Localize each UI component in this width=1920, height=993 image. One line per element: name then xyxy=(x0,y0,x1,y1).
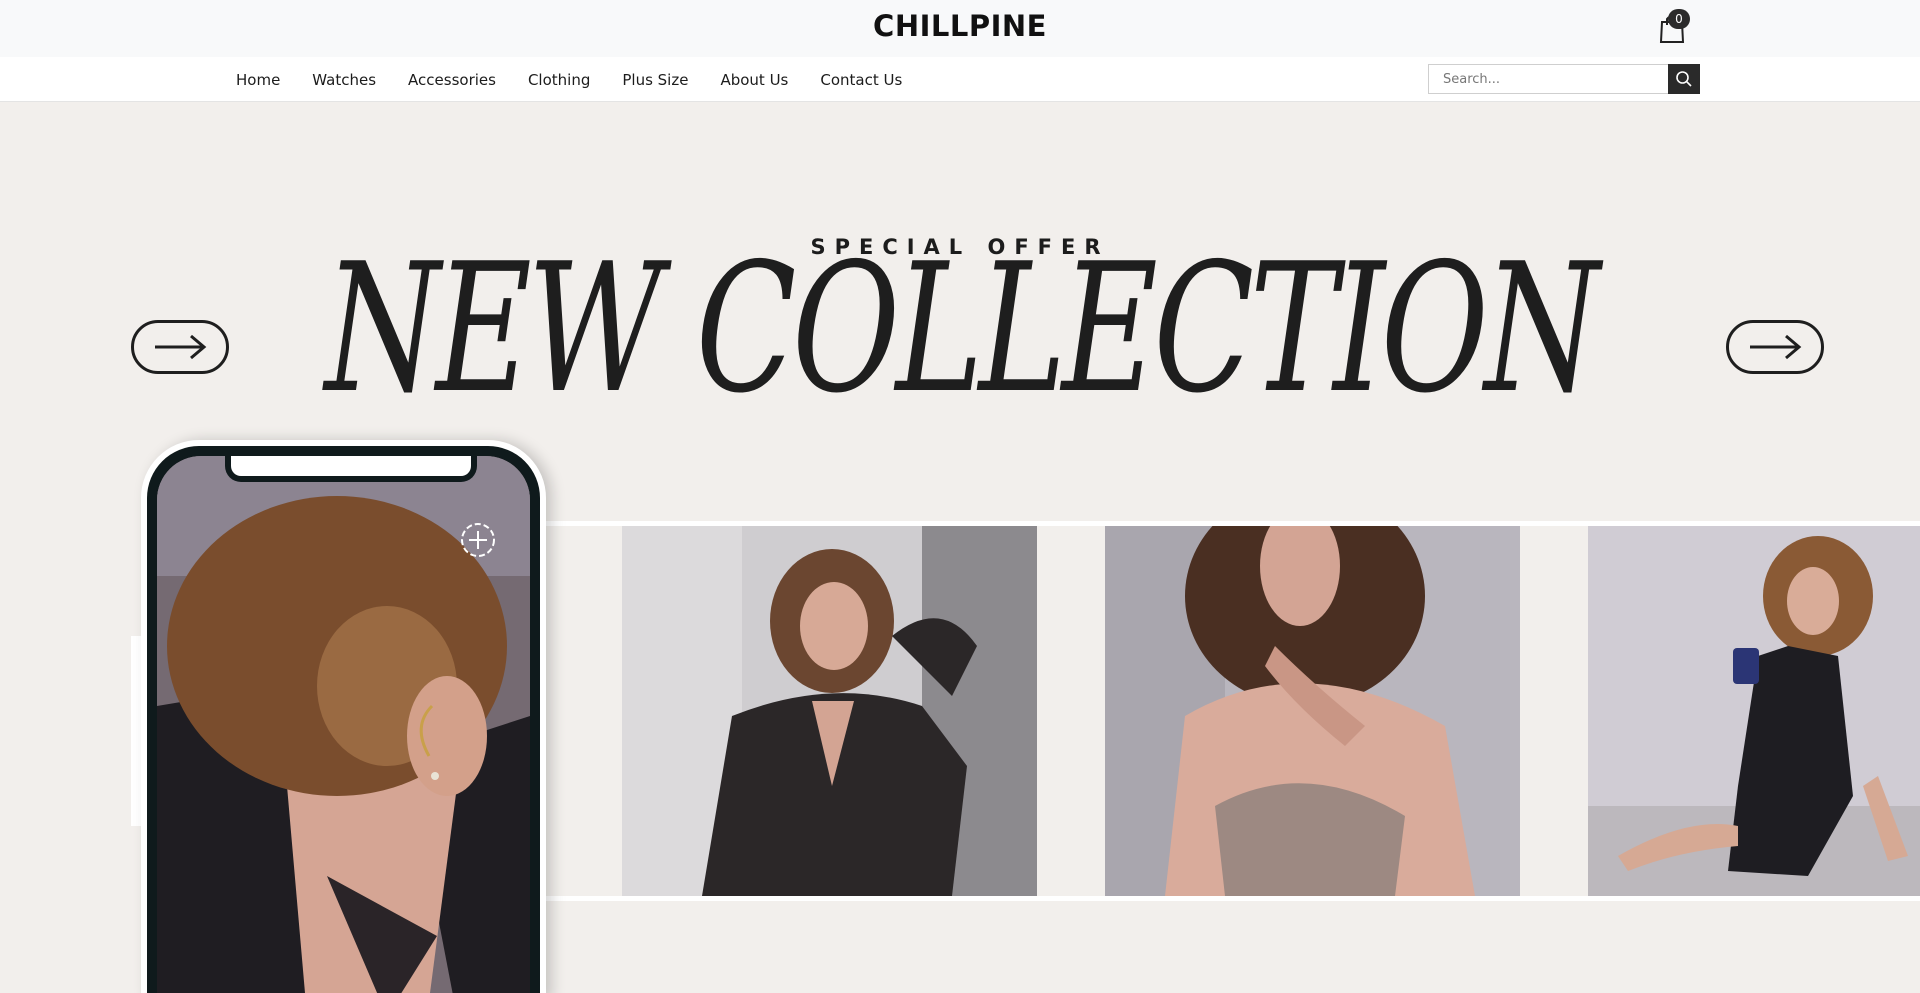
model-in-blazer-image xyxy=(622,526,1037,896)
model-in-dress-image xyxy=(1588,526,1920,896)
main-nav: Home Watches Accessories Clothing Plus S… xyxy=(236,57,934,102)
cart-count-badge: 0 xyxy=(1668,9,1690,29)
nav-item-clothing[interactable]: Clothing xyxy=(528,71,590,89)
phone-notch xyxy=(225,456,477,482)
search-form xyxy=(1428,64,1700,94)
plus-circle-icon[interactable] xyxy=(460,522,496,558)
nav-item-watches[interactable]: Watches xyxy=(312,71,376,89)
gallery-photo-blazer[interactable] xyxy=(622,526,1037,896)
search-button[interactable] xyxy=(1668,64,1700,94)
gallery-photo-knees[interactable] xyxy=(1105,526,1520,896)
search-icon xyxy=(1676,71,1692,87)
nav-item-contact-us[interactable]: Contact Us xyxy=(820,71,902,89)
top-bar: CHILLPINE 0 xyxy=(0,0,1920,57)
slider-next-button[interactable] xyxy=(1726,320,1824,374)
hero-headline: NEW COLLECTION xyxy=(324,225,1600,432)
nav-item-plus-size[interactable]: Plus Size xyxy=(622,71,688,89)
site-logo[interactable]: CHILLPINE xyxy=(0,9,1920,43)
nav-item-home[interactable]: Home xyxy=(236,71,280,89)
search-input[interactable] xyxy=(1428,64,1668,94)
nav-item-about-us[interactable]: About Us xyxy=(720,71,788,89)
slider-prev-button[interactable] xyxy=(131,320,229,374)
gallery-strip xyxy=(540,521,1920,901)
nav-bar: Home Watches Accessories Clothing Plus S… xyxy=(0,57,1920,102)
arrow-right-icon xyxy=(155,334,207,360)
model-seated-image xyxy=(1105,526,1520,896)
gallery-photo-dress[interactable] xyxy=(1588,526,1920,896)
nav-item-accessories[interactable]: Accessories xyxy=(408,71,496,89)
arrow-right-icon xyxy=(1750,334,1802,360)
